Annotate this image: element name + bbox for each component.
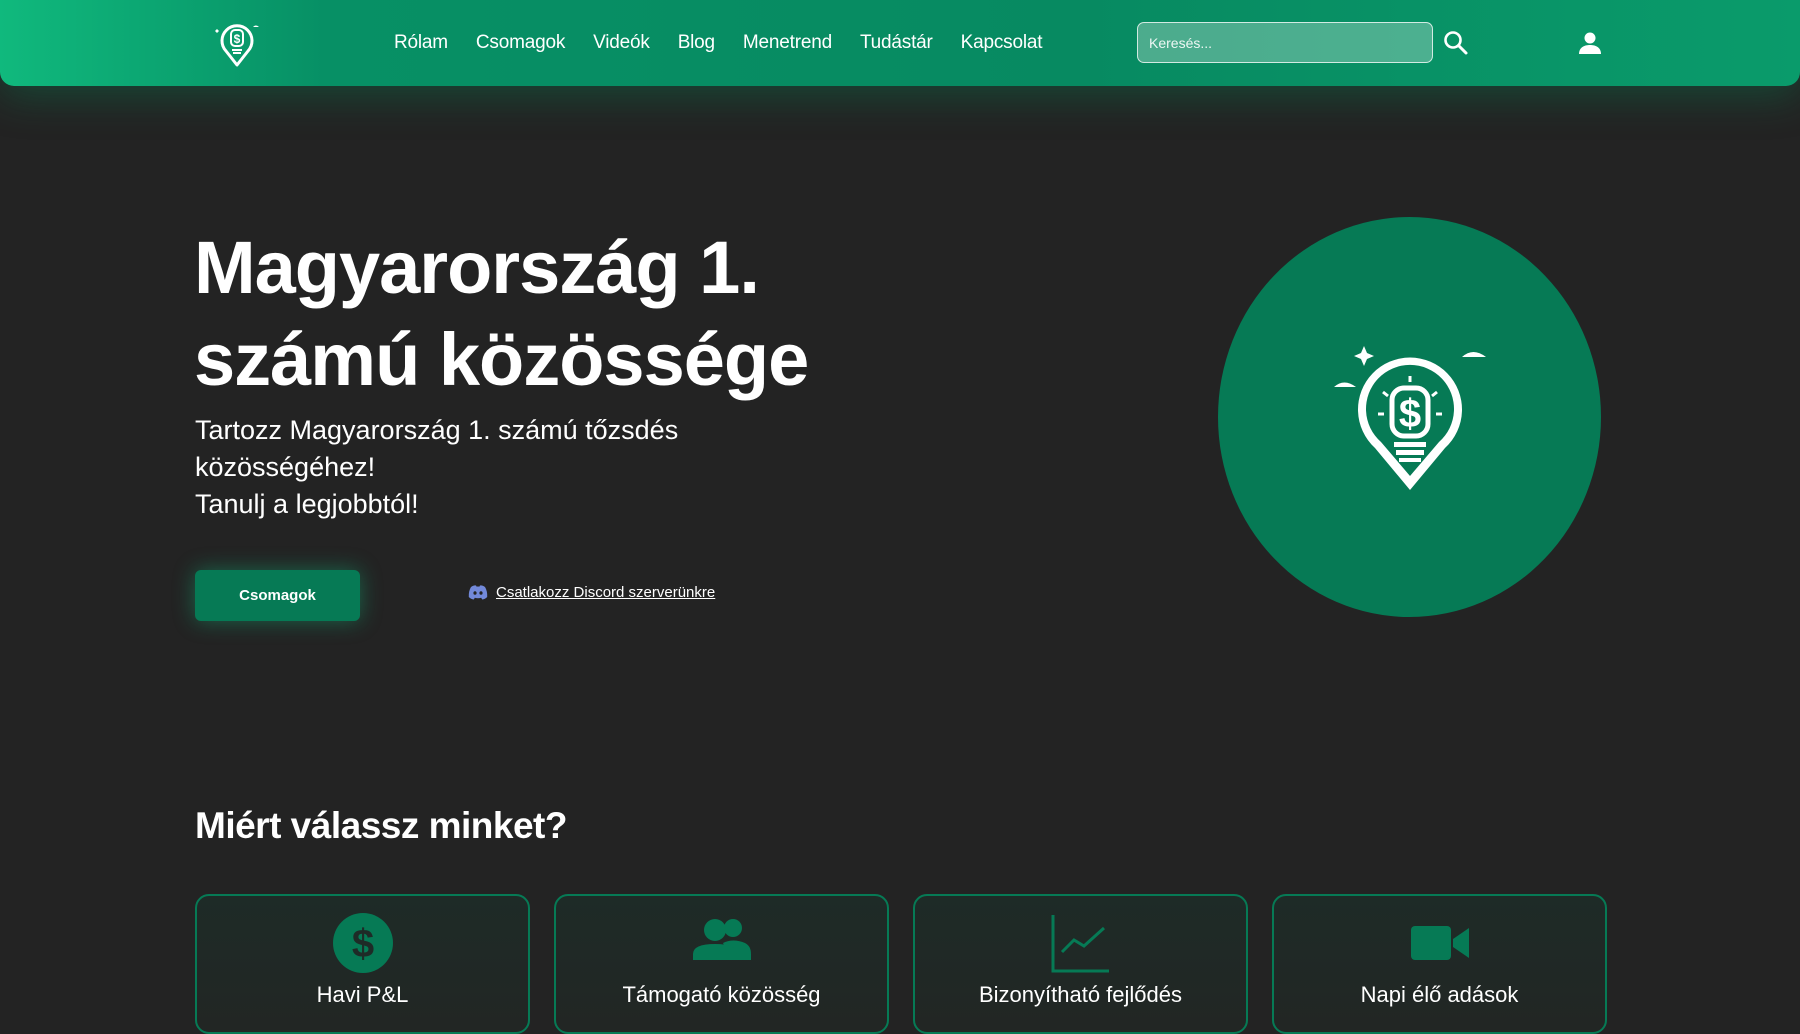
feature-card: $ Havi P&L xyxy=(195,894,530,1034)
users-icon xyxy=(691,912,753,974)
dollar-location-pin-icon: $ xyxy=(215,24,259,67)
nav-item-csomagok[interactable]: Csomagok xyxy=(476,32,565,54)
nav-item-kapcsolat[interactable]: Kapcsolat xyxy=(961,32,1043,54)
hero-title-line: számú közössége xyxy=(194,318,809,401)
search-button[interactable] xyxy=(1443,30,1469,56)
search-input[interactable] xyxy=(1137,22,1433,63)
nav-item-videok[interactable]: Videók xyxy=(593,32,650,54)
why-section-title: Miért válassz minket? xyxy=(195,805,567,846)
nav-item-tudastar[interactable]: Tudástár xyxy=(860,32,933,54)
feature-title: Havi P&L xyxy=(316,982,409,1007)
dollar-icon: $ xyxy=(332,912,394,974)
hero-title: Magyarország 1. számú közössége xyxy=(194,222,894,406)
user-icon xyxy=(1579,32,1601,54)
chart-line-icon xyxy=(1050,912,1112,974)
dollar-location-pin-icon: $ xyxy=(1334,346,1486,490)
site-header: $ Rólam Csomagok Videók Blog Menetrend T… xyxy=(0,0,1800,86)
hero-title-line: Magyarország 1. xyxy=(194,226,760,309)
packages-button[interactable]: Csomagok xyxy=(195,570,360,621)
feature-title: Napi élő adások xyxy=(1360,982,1519,1007)
nav-item-menetrend[interactable]: Menetrend xyxy=(743,32,832,54)
nav-item-blog[interactable]: Blog xyxy=(678,32,715,54)
svg-text:$: $ xyxy=(351,922,373,966)
nav-item-rolam[interactable]: Rólam xyxy=(394,32,448,54)
discord-link-label: Csatlakozz Discord szerverünkre xyxy=(496,584,716,601)
discord-link[interactable]: Csatlakozz Discord szerverünkre xyxy=(468,584,715,601)
hero-subtitle-line: közösségéhez! xyxy=(195,452,376,482)
feature-title: Bizonyítható fejlődés xyxy=(978,982,1183,1007)
logo[interactable]: $ xyxy=(212,20,262,68)
svg-text:$: $ xyxy=(234,32,241,46)
hero-subtitle-line: Tartozz Magyarország 1. számú tőzsdés xyxy=(195,415,679,445)
hero-subtitle-line: Tanulj a legjobbtól! xyxy=(195,489,419,519)
user-button[interactable] xyxy=(1577,30,1603,56)
main-nav: Rólam Csomagok Videók Blog Menetrend Tud… xyxy=(394,0,1042,86)
feature-card: Bizonyítható fejlődés xyxy=(913,894,1248,1034)
hero-subtitle: Tartozz Magyarország 1. számú tőzsdés kö… xyxy=(195,412,755,523)
search-icon xyxy=(1444,31,1468,55)
features-list: $ Havi P&L Támogató közösség Bizonyíthat… xyxy=(195,894,1607,1034)
feature-card: Napi élő adások xyxy=(1272,894,1607,1034)
feature-card: Támogató közösség xyxy=(554,894,889,1034)
svg-text:$: $ xyxy=(1399,392,1421,436)
discord-icon xyxy=(468,585,488,600)
feature-title: Támogató közösség xyxy=(622,982,821,1007)
video-camera-icon xyxy=(1409,912,1471,974)
